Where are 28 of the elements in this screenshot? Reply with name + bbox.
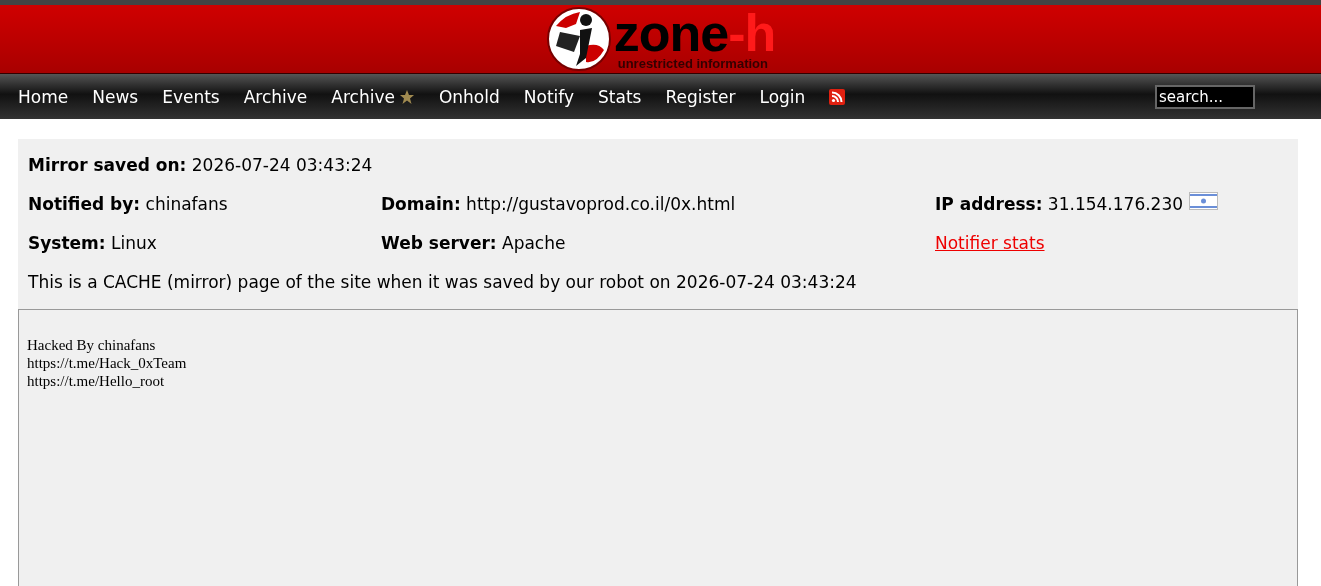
info-text: IP address: 31.154.176.230 bbox=[935, 193, 1184, 216]
search-field[interactable]: search... bbox=[1155, 84, 1255, 109]
info-text: Web server: Apache bbox=[381, 232, 566, 255]
nav-link[interactable]: Onhold bbox=[438, 86, 500, 107]
rss-icon[interactable] bbox=[829, 88, 846, 105]
star-icon bbox=[398, 88, 415, 105]
mirror-text: Hacked By chinafans bbox=[27, 336, 157, 354]
nav-link[interactable]: Register bbox=[665, 86, 736, 107]
nav-link[interactable]: Events bbox=[162, 86, 220, 107]
nav-link[interactable]: Archive bbox=[243, 86, 308, 107]
mirror-text: https://t.me/Hello_root bbox=[27, 372, 166, 390]
notifier-stats-link[interactable]: Notifier stats bbox=[935, 231, 1045, 255]
logo-wordmark: zone-h bbox=[613, 8, 776, 57]
nav-link[interactable]: Home bbox=[18, 86, 69, 107]
flag-icon bbox=[1189, 192, 1219, 210]
mirror-saved-text: Mirror saved on: 2026-07-24 03:43:24 bbox=[28, 154, 374, 177]
info-text: System: Linux bbox=[28, 232, 157, 255]
nav-link[interactable]: Notify bbox=[523, 86, 575, 107]
logo-tagline: unrestricted information bbox=[617, 56, 768, 70]
cache-note: This is a CACHE (mirror) page of the site when it was saved by our robot on 2026-07-24 03:43:24 bbox=[28, 271, 858, 294]
nav-link[interactable]: Archive bbox=[331, 86, 415, 107]
nav-link[interactable]: News bbox=[92, 86, 139, 107]
nav-link[interactable]: Stats bbox=[598, 86, 642, 107]
info-text: Domain: http://gustavoprod.co.il/0x.html bbox=[381, 193, 736, 216]
info-text: Notified by: chinafans bbox=[28, 193, 228, 216]
nav-link[interactable]: Login bbox=[759, 86, 806, 107]
logo-globe-icon bbox=[545, 6, 612, 72]
mirror-text: https://t.me/Hack_0xTeam bbox=[27, 354, 188, 372]
